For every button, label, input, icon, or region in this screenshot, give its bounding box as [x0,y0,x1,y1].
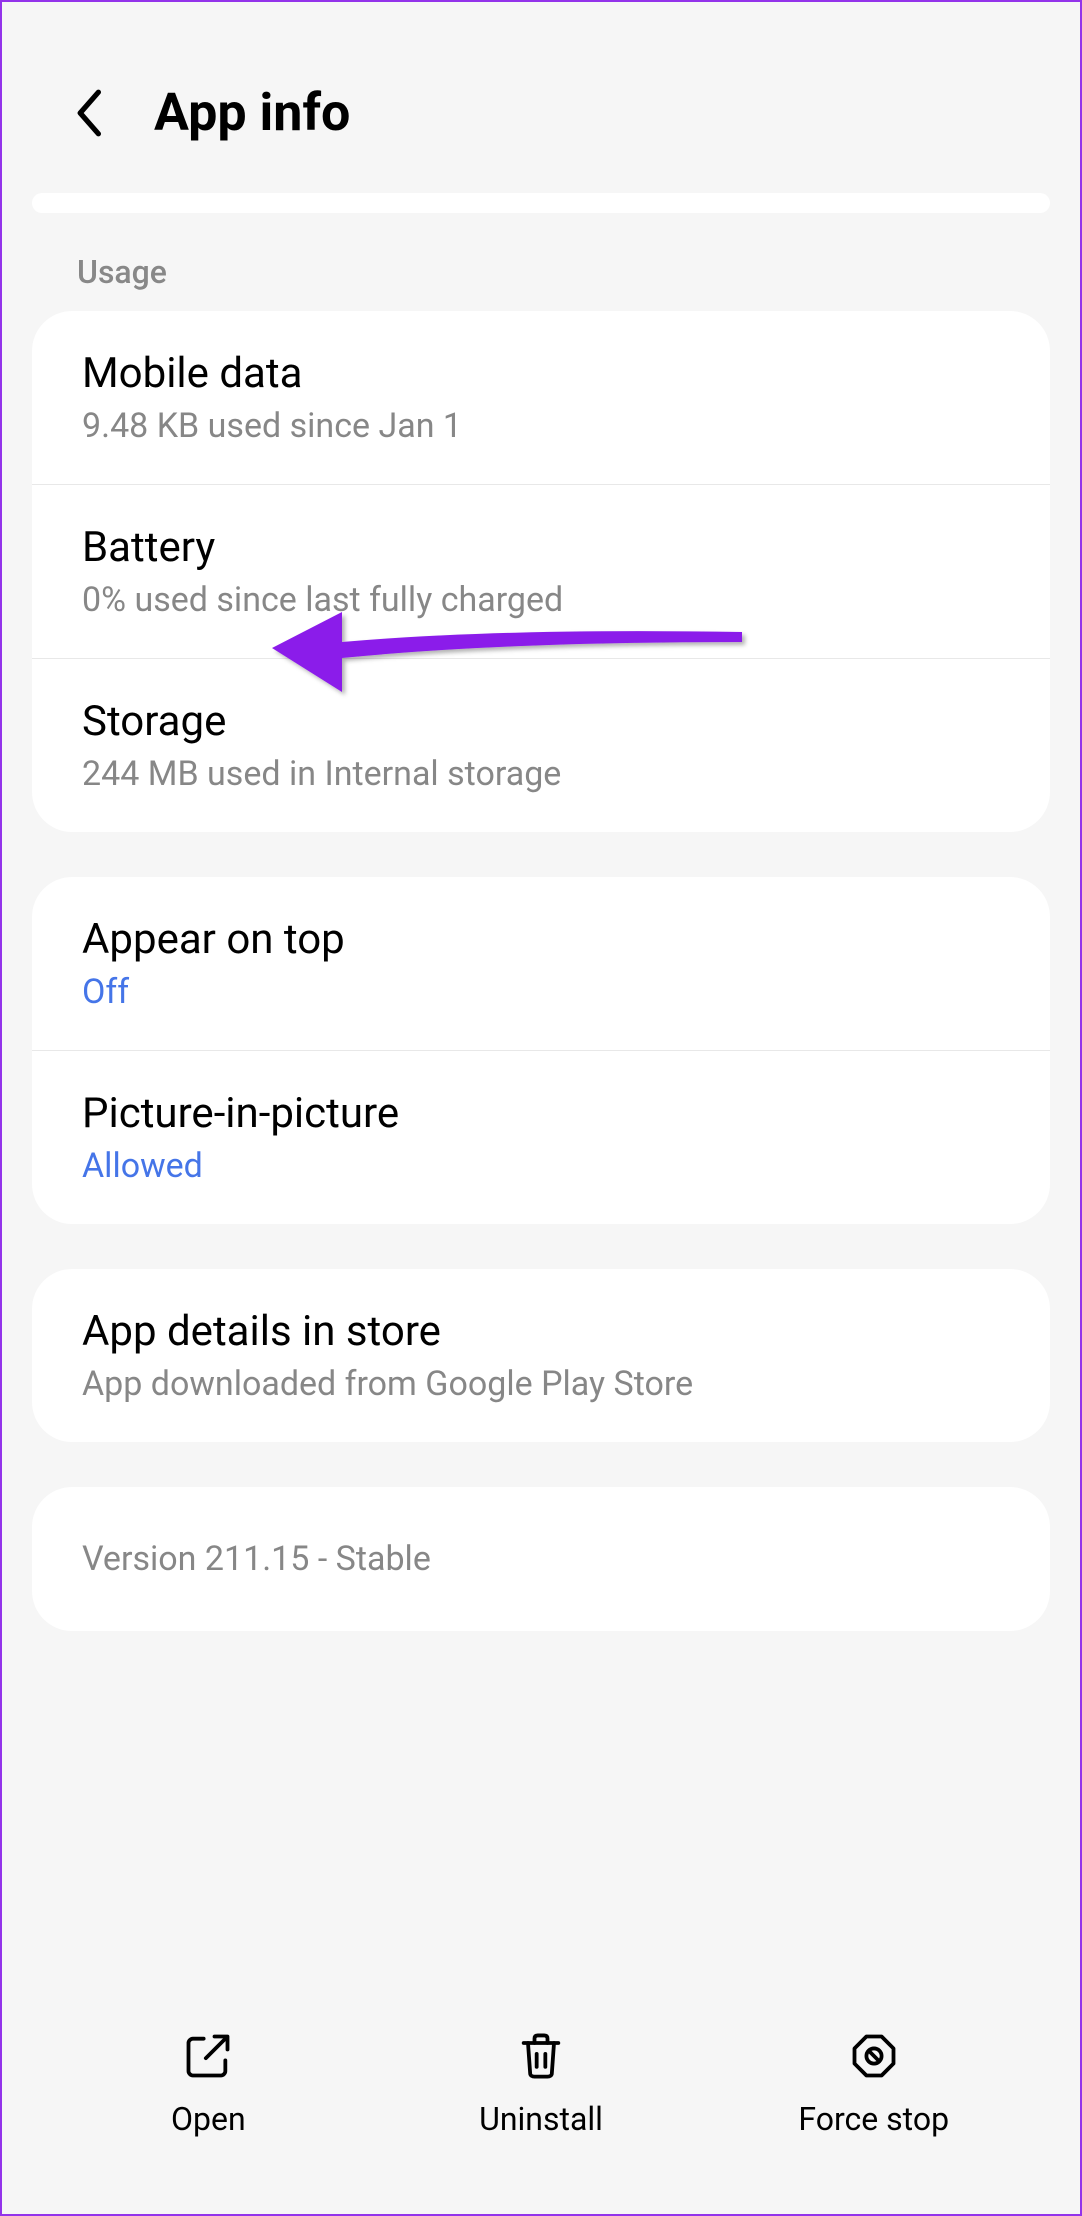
force-stop-button[interactable]: Force stop [707,2030,1040,2138]
item-status: Off [82,972,1000,1012]
back-icon[interactable] [72,87,104,139]
item-title: App details in store [82,1307,1000,1356]
battery-item[interactable]: Battery 0% used since last fully charged [32,484,1050,658]
action-label: Uninstall [479,2100,603,2138]
item-subtitle: 9.48 KB used since Jan 1 [82,406,1000,446]
item-title: Picture-in-picture [82,1089,1000,1138]
appear-on-top-item[interactable]: Appear on top Off [32,877,1050,1050]
section-label-usage: Usage [2,213,1080,311]
trash-icon [515,2030,567,2082]
item-title: Appear on top [82,915,1000,964]
action-label: Open [171,2100,246,2138]
picture-in-picture-item[interactable]: Picture-in-picture Allowed [32,1050,1050,1224]
item-status: Allowed [82,1146,1000,1186]
stop-icon [848,2030,900,2082]
item-title: Storage [82,697,1000,746]
item-subtitle: App downloaded from Google Play Store [82,1364,1000,1404]
open-button[interactable]: Open [42,2030,375,2138]
action-label: Force stop [798,2100,949,2138]
open-icon [182,2030,234,2082]
bottom-bar: Open Uninstall Force stop [2,1964,1080,2214]
item-title: Battery [82,523,1000,572]
usage-card: Mobile data 9.48 KB used since Jan 1 Bat… [32,311,1050,832]
uninstall-button[interactable]: Uninstall [375,2030,708,2138]
header: App info [2,2,1080,193]
mobile-data-item[interactable]: Mobile data 9.48 KB used since Jan 1 [32,311,1050,484]
version-text: Version 211.15 - Stable [32,1487,1050,1631]
app-details-item[interactable]: App details in store App downloaded from… [32,1269,1050,1442]
page-title: App info [154,82,350,143]
version-card: Version 211.15 - Stable [32,1487,1050,1631]
spacer [32,193,1050,213]
item-title: Mobile data [82,349,1000,398]
item-subtitle: 244 MB used in Internal storage [82,754,1000,794]
item-subtitle: 0% used since last fully charged [82,580,1000,620]
display-card: Appear on top Off Picture-in-picture All… [32,877,1050,1224]
storage-item[interactable]: Storage 244 MB used in Internal storage [32,658,1050,832]
store-card: App details in store App downloaded from… [32,1269,1050,1442]
